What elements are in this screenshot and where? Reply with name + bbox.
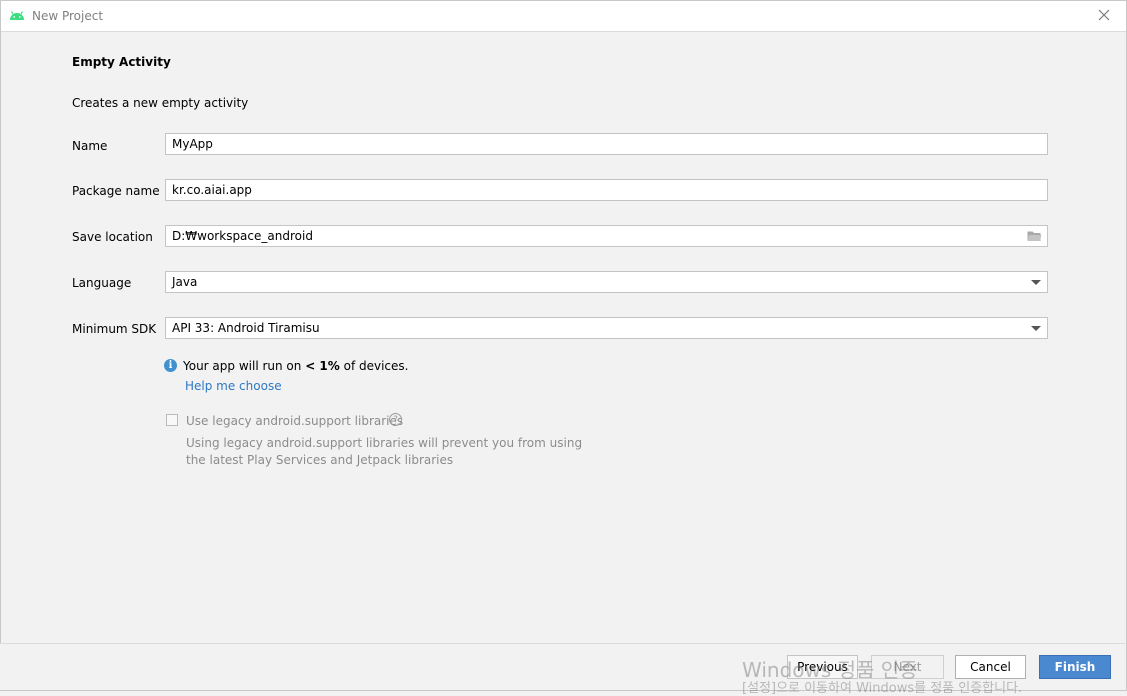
window-title: New Project bbox=[32, 9, 104, 23]
title-bar: New Project bbox=[1, 1, 1126, 32]
package-name-value: kr.co.aiai.app bbox=[172, 183, 252, 197]
chevron-down-icon bbox=[1031, 326, 1041, 331]
info-icon: i bbox=[164, 359, 177, 372]
previous-button[interactable]: Previous bbox=[787, 655, 858, 679]
language-label: Language bbox=[72, 276, 132, 290]
legacy-note-line1: Using legacy android.support libraries w… bbox=[186, 436, 583, 450]
help-icon[interactable]: ? bbox=[389, 413, 402, 426]
minimum-sdk-dropdown[interactable]: API 33: Android Tiramisu bbox=[165, 317, 1048, 339]
device-coverage-text: Your app will run on < 1% of devices. bbox=[183, 359, 409, 373]
template-heading: Empty Activity bbox=[72, 55, 171, 69]
next-button[interactable]: Next bbox=[871, 655, 944, 679]
cancel-button[interactable]: Cancel bbox=[955, 655, 1026, 679]
help-me-choose-link[interactable]: Help me choose bbox=[185, 379, 282, 393]
language-value: Java bbox=[172, 275, 198, 289]
close-icon[interactable] bbox=[1096, 7, 1112, 23]
name-field[interactable]: MyApp bbox=[165, 133, 1048, 155]
save-location-field[interactable]: D:₩workspace_android bbox=[165, 225, 1048, 247]
save-location-value: D:₩workspace_android bbox=[172, 229, 313, 243]
folder-icon[interactable] bbox=[1027, 230, 1042, 242]
template-description: Creates a new empty activity bbox=[72, 96, 249, 110]
android-icon bbox=[10, 11, 24, 20]
legacy-support-label: Use legacy android.support libraries bbox=[186, 414, 404, 428]
legacy-note-line2: the latest Play Services and Jetpack lib… bbox=[186, 453, 454, 467]
package-name-label: Package name bbox=[72, 184, 160, 198]
minimum-sdk-value: API 33: Android Tiramisu bbox=[172, 321, 320, 335]
chevron-down-icon bbox=[1031, 280, 1041, 285]
package-name-field[interactable]: kr.co.aiai.app bbox=[165, 179, 1048, 201]
minimum-sdk-label: Minimum SDK bbox=[72, 322, 157, 336]
name-value: MyApp bbox=[172, 137, 213, 151]
legacy-support-checkbox[interactable] bbox=[166, 414, 178, 426]
language-dropdown[interactable]: Java bbox=[165, 271, 1048, 293]
finish-button[interactable]: Finish bbox=[1039, 655, 1111, 679]
save-location-label: Save location bbox=[72, 230, 153, 244]
name-label: Name bbox=[72, 139, 108, 153]
